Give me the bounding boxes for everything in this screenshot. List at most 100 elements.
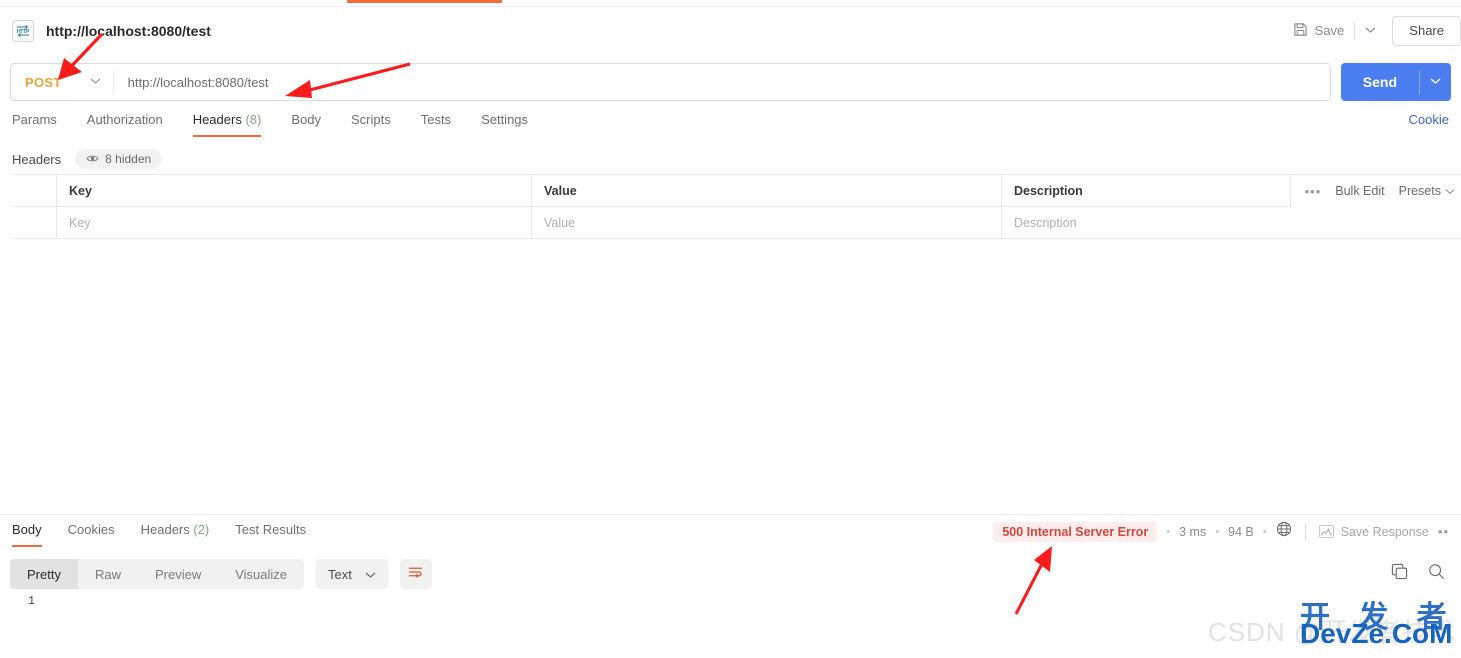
table-actions: ••• Bulk Edit Presets [1289, 175, 1461, 207]
bulk-edit-button[interactable]: Bulk Edit [1335, 184, 1384, 198]
tab-label: Tests [420, 112, 452, 127]
header-divider [1354, 21, 1356, 40]
table-row[interactable]: Key Value Description [12, 207, 1461, 239]
send-label: Send [1362, 74, 1397, 90]
format-raw[interactable]: Raw [78, 559, 138, 589]
tab-count: (2) [193, 522, 210, 537]
url-bar: POST [10, 63, 1331, 101]
tab-label: Headers [192, 112, 242, 127]
save-response-button[interactable]: Save Response [1318, 524, 1429, 539]
table-header-row: Key Value Description ••• Bulk Edit Pres… [12, 175, 1461, 207]
select-all-cell[interactable] [12, 175, 57, 206]
presets-button[interactable]: Presets [1399, 184, 1455, 198]
column-header-value: Value [532, 175, 1002, 206]
tab-label: Authorization [86, 112, 163, 127]
tab-label: Params [12, 112, 57, 127]
tab-scripts[interactable]: Scripts [351, 110, 391, 137]
tab-label: Body [291, 112, 321, 127]
header-actions: Save Share [1285, 8, 1461, 53]
headers-table: Key Value Description ••• Bulk Edit Pres… [12, 174, 1461, 239]
ellipsis-horizontal-icon[interactable]: •• [1438, 524, 1449, 539]
hidden-headers-count: 8 hidden [105, 152, 152, 166]
line-number: 1 [28, 595, 35, 608]
tab-label: Cookies [67, 522, 115, 537]
save-button[interactable]: Save [1285, 17, 1353, 45]
svg-text:HTTP: HTTP [17, 29, 30, 35]
format-segmented-control: Pretty Raw Preview Visualize [10, 559, 305, 589]
copy-icon[interactable] [1391, 563, 1408, 585]
response-divider[interactable] [0, 514, 1461, 515]
tab-label: Settings [481, 112, 529, 127]
response-format-toolbar: Pretty Raw Preview Visualize Text [0, 558, 1461, 590]
response-tab-cookies[interactable]: Cookies [68, 520, 115, 547]
method-label: POST [25, 74, 62, 90]
row-description-input[interactable]: Description [1002, 207, 1461, 238]
status-divider [1304, 522, 1306, 541]
language-selector[interactable]: Text [316, 559, 388, 589]
save-label: Save [1314, 23, 1345, 38]
active-tab-indicator [347, 0, 502, 3]
save-response-label: Save Response [1340, 524, 1429, 539]
save-response-icon [1318, 525, 1334, 538]
request-tabs: Params Authorization Headers (8) Body Sc… [0, 110, 1461, 142]
response-tab-test-results[interactable]: Test Results [235, 520, 306, 547]
http-icon: HTTP [12, 19, 34, 42]
chevron-down-icon [1430, 76, 1441, 88]
status-badge: 500 Internal Server Error [993, 521, 1158, 542]
tab-label: Test Results [235, 522, 307, 537]
chevron-down-icon [90, 76, 101, 88]
separator-dot: • [1166, 525, 1171, 538]
format-pretty[interactable]: Pretty [10, 559, 78, 589]
send-dropdown-button[interactable] [1420, 63, 1451, 101]
share-button[interactable]: Share [1392, 15, 1461, 46]
tab-settings[interactable]: Settings [481, 110, 528, 137]
request-header: HTTP http://localhost:8080/test Save Sha… [0, 8, 1461, 53]
tab-authorization[interactable]: Authorization [87, 110, 163, 137]
tab-tests[interactable]: Tests [421, 110, 451, 137]
tab-label: Body [12, 522, 42, 537]
floppy-disk-icon [1293, 22, 1308, 40]
tab-headers[interactable]: Headers (8) [192, 110, 262, 137]
headers-label: Headers [12, 151, 62, 167]
tab-count: (8) [245, 112, 262, 127]
row-checkbox-cell[interactable] [12, 207, 57, 238]
presets-label: Presets [1398, 184, 1441, 198]
column-header-key: Key [57, 175, 532, 206]
method-selector[interactable]: POST [11, 64, 113, 100]
format-preview[interactable]: Preview [138, 559, 218, 589]
cookie-link[interactable]: Cookie [1409, 110, 1449, 127]
response-body-icons [1391, 563, 1451, 585]
eye-icon [86, 152, 99, 166]
separator-dot: • [1262, 525, 1267, 538]
tab-strip [0, 0, 1461, 7]
separator-dot: • [1215, 525, 1220, 538]
response-tab-headers[interactable]: Headers (2) [141, 520, 210, 547]
send-button[interactable]: Send [1341, 63, 1419, 101]
page-title: http://localhost:8080/test [46, 22, 211, 39]
tab-label: Headers [140, 522, 190, 537]
globe-icon[interactable] [1276, 521, 1292, 542]
language-label: Text [328, 566, 352, 582]
send-group: Send [1340, 63, 1451, 101]
tab-params[interactable]: Params [12, 110, 57, 137]
tab-label: Scripts [350, 112, 391, 127]
url-input[interactable] [113, 74, 1330, 90]
response-status-area: 500 Internal Server Error • 3 ms • 94 B … [993, 520, 1449, 542]
chevron-down-icon [1365, 25, 1376, 37]
format-visualize[interactable]: Visualize [218, 559, 304, 589]
tab-body[interactable]: Body [291, 110, 321, 137]
wrap-text-icon [407, 565, 424, 584]
ellipsis-horizontal-icon[interactable]: ••• [1305, 184, 1322, 199]
chevron-down-icon [1445, 184, 1455, 198]
wrap-text-button[interactable] [399, 559, 432, 589]
search-icon[interactable] [1428, 563, 1445, 585]
share-label: Share [1409, 23, 1444, 38]
headers-label-row: Headers 8 hidden [0, 145, 1461, 173]
save-dropdown-button[interactable] [1357, 21, 1384, 41]
hidden-headers-badge[interactable]: 8 hidden [75, 149, 163, 169]
url-bar-row: POST Send [0, 60, 1461, 104]
response-tab-body[interactable]: Body [12, 520, 42, 547]
row-key-input[interactable]: Key [57, 207, 532, 238]
row-value-input[interactable]: Value [532, 207, 1002, 238]
response-body-editor[interactable]: 1 [0, 592, 1461, 658]
